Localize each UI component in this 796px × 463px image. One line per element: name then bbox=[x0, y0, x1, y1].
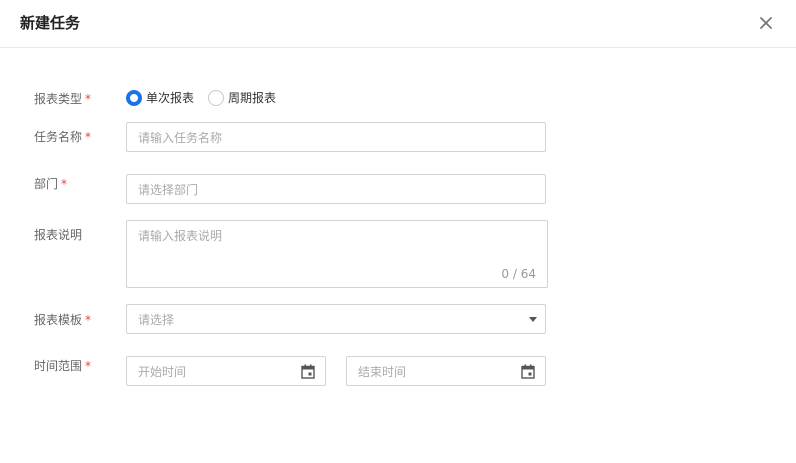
radio-periodic-report-label: 周期报表 bbox=[228, 91, 277, 105]
dialog-header: 新建任务 bbox=[0, 0, 796, 48]
start-time-picker[interactable]: 开始时间 bbox=[126, 356, 326, 386]
required-mark: * bbox=[85, 359, 92, 373]
dialog-title: 新建任务 bbox=[20, 14, 81, 32]
new-task-dialog: 新建任务 报表类型 * 单次报表 周期报表 任务名称 * 请输入任务名称 部门 * 请… bbox=[0, 0, 796, 463]
end-time-picker[interactable]: 结束时间 bbox=[346, 356, 546, 386]
required-mark: * bbox=[85, 130, 92, 144]
template-select[interactable]: 请选择 bbox=[126, 304, 546, 334]
department-label-text: 部门 bbox=[34, 177, 59, 191]
required-mark: * bbox=[85, 92, 92, 106]
description-textarea[interactable]: 请输入报表说明 0 / 64 bbox=[126, 220, 548, 288]
report-type-radio-group: 单次报表 周期报表 bbox=[126, 89, 290, 107]
required-mark: * bbox=[85, 313, 92, 327]
report-type-label: 报表类型 * bbox=[34, 91, 91, 107]
task-name-placeholder: 请输入任务名称 bbox=[138, 131, 223, 145]
template-label-text: 报表模板 bbox=[34, 313, 83, 327]
radio-single-report[interactable]: 单次报表 bbox=[126, 90, 194, 106]
department-label: 部门 * bbox=[34, 176, 67, 192]
department-placeholder: 请选择部门 bbox=[138, 183, 199, 197]
calendar-icon bbox=[301, 364, 315, 379]
template-label: 报表模板 * bbox=[34, 312, 91, 328]
end-time-placeholder: 结束时间 bbox=[358, 365, 407, 379]
radio-periodic-report[interactable]: 周期报表 bbox=[208, 90, 276, 106]
radio-checked-icon bbox=[126, 90, 142, 106]
time-range-label-text: 时间范围 bbox=[34, 359, 83, 373]
description-placeholder: 请输入报表说明 bbox=[138, 229, 223, 243]
close-icon bbox=[760, 17, 772, 29]
chevron-down-icon bbox=[529, 317, 537, 322]
start-time-placeholder: 开始时间 bbox=[138, 365, 187, 379]
task-name-label-text: 任务名称 bbox=[34, 130, 83, 144]
template-placeholder: 请选择 bbox=[138, 313, 175, 327]
calendar-icon bbox=[521, 364, 535, 379]
department-select[interactable]: 请选择部门 bbox=[126, 174, 546, 204]
character-counter: 0 / 64 bbox=[501, 267, 536, 281]
description-label: 报表说明 bbox=[34, 227, 82, 243]
task-name-label: 任务名称 * bbox=[34, 129, 91, 145]
close-button[interactable] bbox=[756, 13, 776, 33]
radio-single-report-label: 单次报表 bbox=[146, 91, 195, 105]
report-type-label-text: 报表类型 bbox=[34, 92, 83, 106]
required-mark: * bbox=[61, 177, 68, 191]
radio-unchecked-icon bbox=[208, 90, 225, 106]
description-label-text: 报表说明 bbox=[34, 228, 83, 242]
time-range-label: 时间范围 * bbox=[34, 358, 91, 374]
task-name-input[interactable]: 请输入任务名称 bbox=[126, 122, 546, 152]
